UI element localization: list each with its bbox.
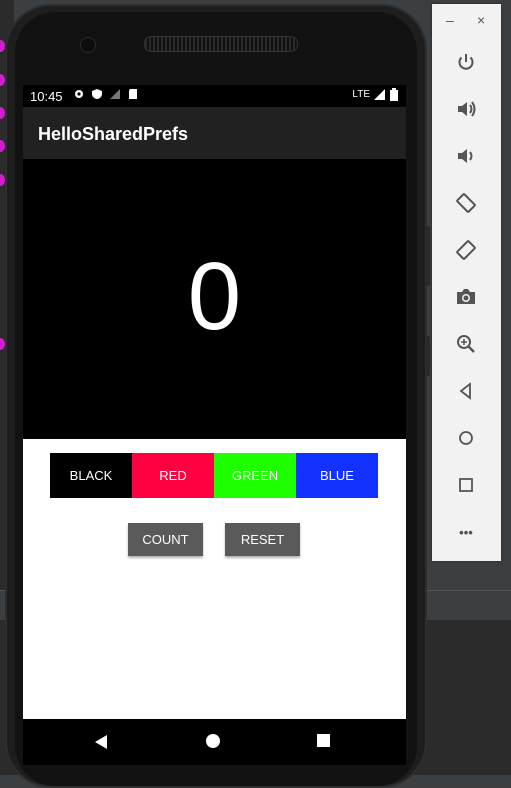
- back-icon[interactable]: [453, 378, 479, 404]
- device-screen: 10:45 LTE HelloSharedPrefs 0 BLACK RED G…: [23, 85, 406, 765]
- status-icons: [73, 88, 139, 100]
- navigation-bar: [23, 719, 406, 765]
- speaker-grille: [144, 36, 298, 52]
- no-signal-icon: [110, 89, 120, 99]
- green-button[interactable]: GREEN: [214, 453, 296, 498]
- close-button[interactable]: ×: [477, 12, 485, 28]
- blue-button[interactable]: BLUE: [296, 453, 378, 498]
- status-right: LTE: [352, 88, 398, 101]
- more-icon[interactable]: •••: [453, 519, 479, 545]
- color-button-row: BLACK RED GREEN BLUE: [50, 453, 378, 498]
- network-type: LTE: [352, 89, 370, 100]
- volume-rocker[interactable]: [426, 226, 430, 286]
- emulator-toolbar: – × •••: [432, 4, 501, 561]
- sd-card-icon: [129, 89, 137, 99]
- shield-icon: [92, 89, 102, 99]
- app-bar: HelloSharedPrefs: [23, 107, 406, 159]
- home-icon[interactable]: [453, 425, 479, 451]
- signal-icon: [374, 88, 385, 100]
- count-button[interactable]: COUNT: [128, 523, 203, 556]
- home-icon[interactable]: [206, 734, 220, 748]
- black-button[interactable]: BLACK: [50, 453, 132, 498]
- app-title: HelloSharedPrefs: [38, 124, 189, 144]
- toolbar-window-controls: – ×: [432, 12, 501, 32]
- camera-icon[interactable]: [453, 284, 479, 310]
- overview-icon[interactable]: [453, 472, 479, 498]
- reset-button[interactable]: RESET: [225, 523, 300, 556]
- power-icon[interactable]: [453, 49, 479, 75]
- status-time: 10:45: [30, 89, 63, 104]
- red-button[interactable]: RED: [132, 453, 214, 498]
- settings-icon: [75, 90, 83, 98]
- zoom-icon[interactable]: [453, 331, 479, 357]
- main-content: BLACK RED GREEN BLUE COUNT RESET: [23, 439, 406, 719]
- volume-up-icon[interactable]: [453, 96, 479, 122]
- count-value: 0: [187, 243, 242, 350]
- status-bar: 10:45 LTE: [23, 85, 406, 107]
- rotate-right-icon[interactable]: [453, 237, 479, 263]
- front-camera: [80, 37, 96, 53]
- recents-icon[interactable]: [317, 734, 330, 747]
- minimize-button[interactable]: –: [446, 12, 454, 28]
- volume-down-icon[interactable]: [453, 143, 479, 169]
- power-side-button[interactable]: [426, 336, 430, 376]
- rotate-left-icon[interactable]: [453, 190, 479, 216]
- back-icon[interactable]: [95, 735, 107, 749]
- battery-icon: [390, 88, 398, 101]
- count-display: 0: [23, 159, 406, 439]
